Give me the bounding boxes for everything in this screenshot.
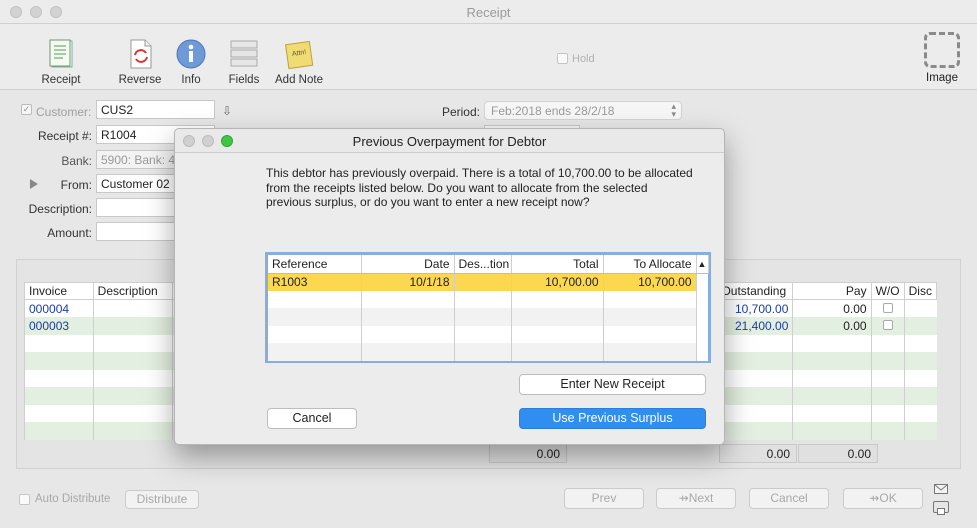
fields-tool-button[interactable]: Fields [214, 38, 274, 86]
ok-button[interactable]: ⇸OK [843, 488, 923, 509]
column-header-total[interactable]: Total [511, 255, 604, 274]
column-header-description[interactable]: Des...tion [454, 255, 512, 274]
from-label: From: [60, 178, 92, 192]
period-label: Period: [441, 105, 480, 119]
table-row [268, 343, 708, 361]
receipt-tool-label: Receipt [41, 74, 81, 86]
reverse-icon [124, 38, 156, 70]
column-header-pay[interactable]: Pay [792, 282, 872, 300]
hold-checkbox-box[interactable] [557, 53, 568, 64]
outstanding-cell: 10,700.00 [716, 299, 793, 317]
use-previous-surplus-button[interactable]: Use Previous Surplus [519, 408, 706, 429]
surplus-table: Reference Date Des...tion Total To Alloc… [268, 255, 709, 361]
customer-label: Customer: [36, 105, 92, 119]
column-header-description[interactable]: Description [92, 282, 174, 300]
outstanding-cell: 21,400.00 [716, 317, 793, 335]
date-cell: 10/1/18 [361, 273, 455, 291]
total-cell: 10,700.00 [511, 273, 604, 291]
prev-button[interactable]: Prev [564, 488, 644, 509]
description-label: Description: [28, 202, 92, 216]
ok-label: OK [879, 491, 897, 505]
toolbar: Receipt Reverse Info Fields Attn! Add No… [0, 24, 977, 90]
description-cell [454, 273, 512, 291]
surplus-list[interactable]: Reference Date Des...tion Total To Alloc… [265, 252, 711, 363]
column-header-invoice[interactable]: Invoice [24, 282, 94, 300]
hold-label: Hold [572, 53, 595, 65]
wo-checkbox[interactable] [882, 319, 893, 330]
add-note-tool-button[interactable]: Attn! Add Note [269, 38, 329, 86]
next-label: Next [688, 491, 714, 505]
distribute-button[interactable]: Distribute [125, 490, 199, 509]
receipt-number-label: Receipt #: [37, 129, 92, 143]
dialog-message: This debtor has previously overpaid. The… [266, 166, 693, 209]
auto-distribute-checkbox[interactable] [19, 494, 30, 505]
wo-checkbox[interactable] [882, 302, 893, 313]
hold-checkbox[interactable]: Hold [557, 53, 595, 65]
invoice-cell[interactable]: 000003 [24, 317, 94, 335]
customer-checkbox[interactable]: ✓ [21, 104, 32, 115]
total-outstanding-cell: 0.00 [719, 444, 797, 463]
add-note-tool-label: Add Note [275, 74, 323, 86]
period-select[interactable]: Feb:2018 ends 28/2/18 ▴ ▾ [484, 101, 682, 120]
table-row [268, 308, 708, 326]
period-value: Feb:2018 ends 28/2/18 [491, 104, 615, 118]
ok-arrow-icon: ⇸ [869, 491, 880, 505]
customer-input[interactable]: CUS2 [96, 100, 215, 119]
sort-arrow-icon[interactable]: ▲ [696, 255, 709, 274]
column-header-outstanding[interactable]: Outstanding [716, 282, 794, 300]
enter-new-receipt-button[interactable]: Enter New Receipt [519, 374, 706, 395]
dialog-titlebar: Previous Overpayment for Debtor [175, 129, 724, 153]
column-header-date[interactable]: Date [361, 255, 455, 274]
total-pay-cell: 0.00 [798, 444, 878, 463]
receipt-tool-button[interactable]: Receipt [31, 38, 91, 86]
column-header-wo[interactable]: W/O [870, 282, 905, 300]
reference-cell: R1003 [268, 273, 362, 291]
auto-distribute-label: Auto Distribute [35, 493, 111, 505]
invoice-cell[interactable]: 000004 [24, 299, 94, 317]
window-titlebar: Receipt [0, 0, 977, 24]
pay-cell[interactable]: 0.00 [792, 299, 872, 317]
next-arrow-icon: ⇸ [678, 491, 689, 505]
to-allocate-cell: 10,700.00 [603, 273, 697, 291]
customer-lookup-icon[interactable]: ⇩ [222, 104, 232, 118]
print-icon[interactable] [933, 501, 949, 515]
select-arrows-icon: ▴ ▾ [671, 101, 676, 119]
column-header-disc[interactable]: Disc [903, 282, 938, 300]
cancel-button[interactable]: Cancel [749, 488, 829, 509]
window-title: Receipt [466, 5, 511, 20]
sticky-note-icon: Attn! [283, 38, 315, 70]
bank-label: Bank: [61, 154, 92, 168]
table-row[interactable]: R1003 10/1/18 10,700.00 10,700.00 [268, 273, 708, 291]
table-row [268, 325, 708, 343]
receipt-icon [45, 38, 77, 70]
pay-cell[interactable]: 0.00 [792, 317, 872, 335]
table-row [268, 290, 708, 308]
email-icon[interactable] [934, 484, 948, 494]
dialog-title: Previous Overpayment for Debtor [352, 134, 547, 149]
previous-overpayment-dialog: Previous Overpayment for Debtor This deb… [174, 128, 725, 445]
amount-label: Amount: [47, 226, 92, 240]
info-icon [175, 38, 207, 70]
fields-icon [228, 38, 260, 70]
info-tool-button[interactable]: Info [161, 38, 221, 86]
column-header-to-allocate[interactable]: To Allocate [603, 255, 697, 274]
total-left-cell: 0.00 [489, 444, 567, 463]
image-placeholder-icon [924, 32, 960, 68]
image-tool-label: Image [926, 72, 958, 84]
next-button[interactable]: ⇸Next [656, 488, 736, 509]
info-tool-label: Info [181, 74, 201, 86]
dialog-cancel-button[interactable]: Cancel [267, 408, 357, 429]
fields-tool-label: Fields [228, 74, 260, 86]
image-tool-button[interactable]: Image [920, 32, 964, 84]
column-header-reference[interactable]: Reference [268, 255, 362, 274]
